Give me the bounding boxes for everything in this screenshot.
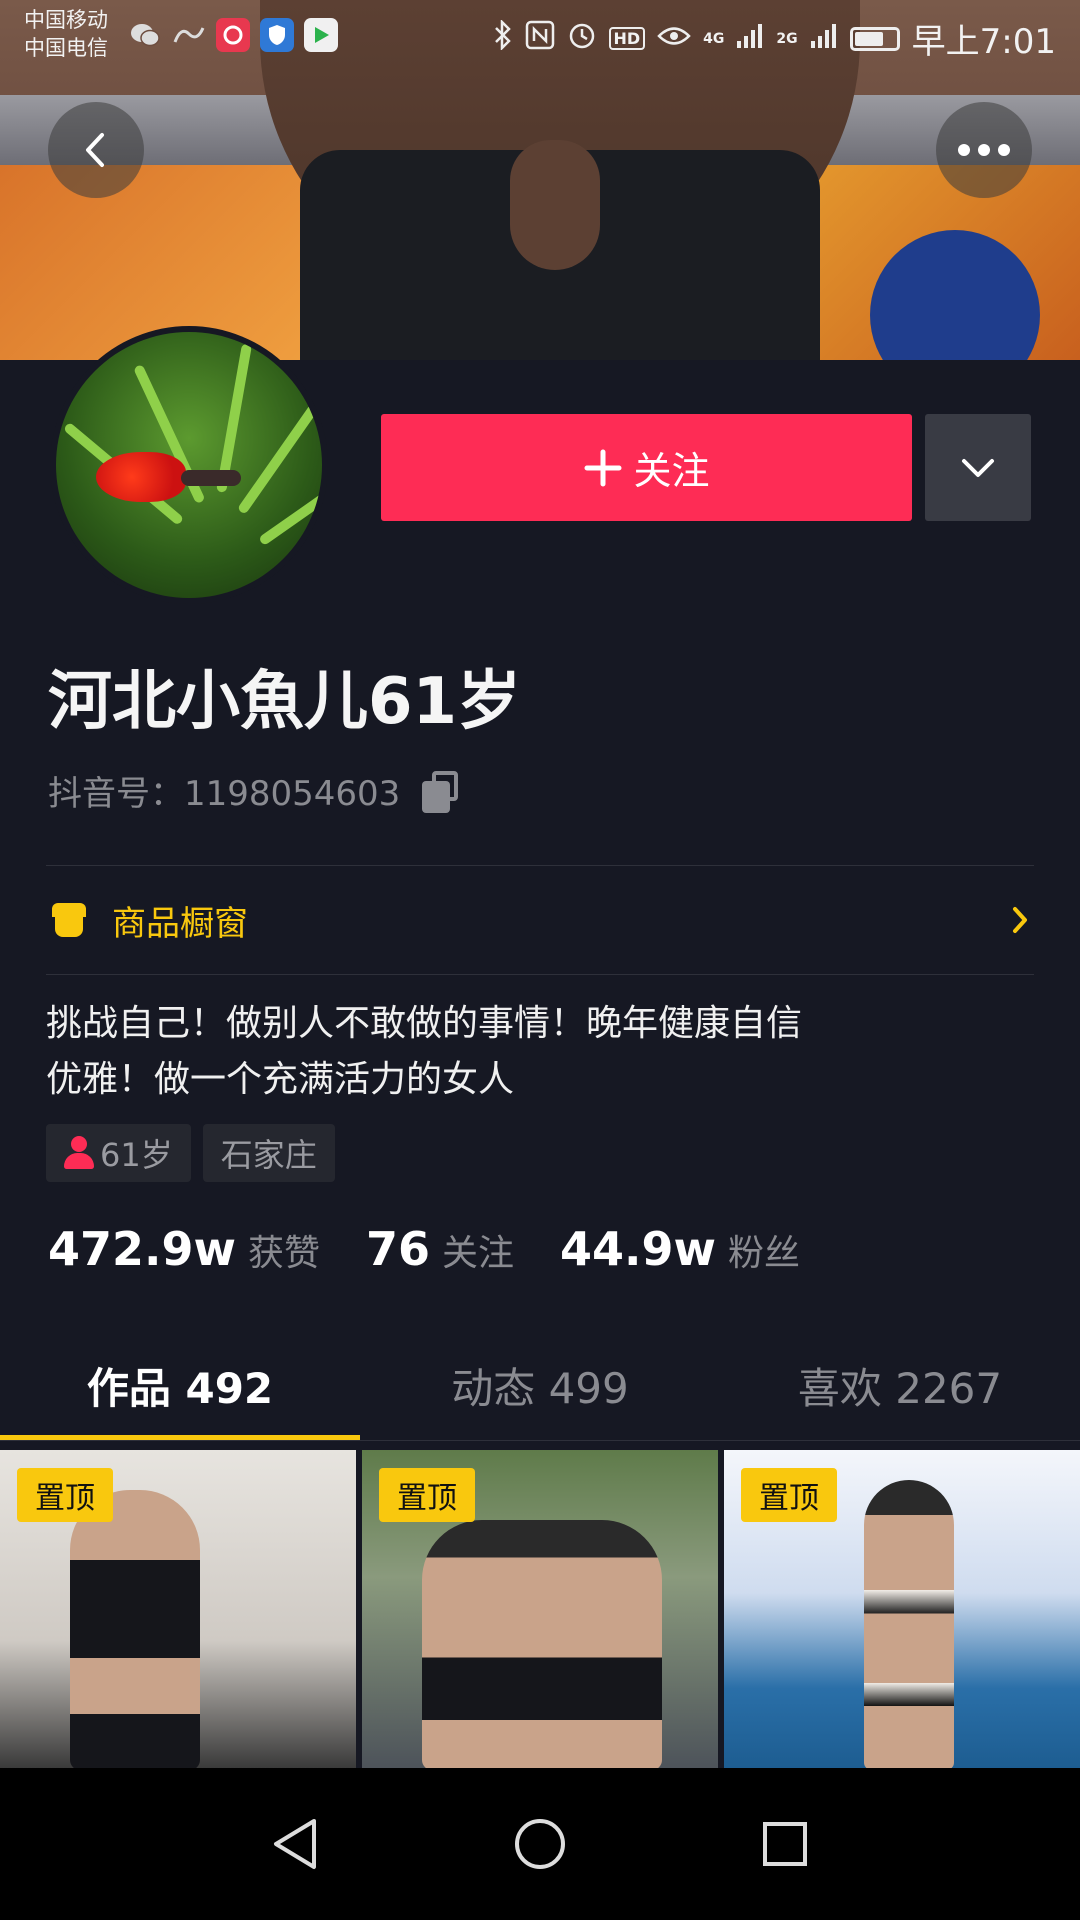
profile-stats: 472.9w 获赞 76 关注 44.9w 粉丝 (48, 1222, 800, 1276)
nav-back-button[interactable] (265, 1814, 325, 1874)
battery-icon (849, 26, 900, 51)
divider (46, 974, 1034, 975)
age-tag: 61岁 (46, 1124, 191, 1182)
shop-window-label: 商品橱窗 (112, 903, 248, 944)
chevron-right-icon (1013, 907, 1027, 933)
stat-label: 关注 (442, 1233, 515, 1274)
alarm-icon (567, 20, 597, 57)
stat-following[interactable]: 76 关注 (366, 1222, 514, 1276)
tab-works[interactable]: 作品 492 (0, 1330, 360, 1440)
tab-likes[interactable]: 喜欢 2267 (720, 1330, 1080, 1440)
network-label-2: 2G (776, 30, 798, 47)
follow-button-label: 关注 (633, 449, 710, 493)
xuexi-icon (172, 18, 206, 52)
location-tag-label: 石家庄 (220, 1136, 317, 1174)
profile-tabs: 作品 492 动态 499 喜欢 2267 (0, 1330, 1080, 1440)
douyin-id: 抖音号：1198054603 (48, 774, 401, 814)
age-tag-label: 61岁 (100, 1136, 173, 1174)
banner-cutout (510, 140, 600, 270)
nfc-icon (525, 20, 555, 57)
tab-divider (0, 1440, 1080, 1441)
stat-likes: 472.9w 获赞 (48, 1222, 320, 1276)
signal-icon-2 (810, 23, 838, 55)
stat-followers[interactable]: 44.9w 粉丝 (560, 1222, 800, 1276)
location-tag: 石家庄 (202, 1124, 335, 1182)
notification-icons (128, 18, 338, 52)
stat-number: 472.9w (48, 1222, 236, 1276)
follow-button[interactable]: 关注 (381, 414, 912, 521)
pinned-badge: 置顶 (17, 1468, 113, 1522)
carrier-info: 中国移动 中国电信 (24, 6, 108, 62)
video-thumbnail[interactable]: 置顶 (724, 1450, 1080, 1768)
chevron-down-icon (962, 458, 994, 477)
bio-line: 优雅！做一个充满活力的女人 (46, 1059, 515, 1100)
nav-recents-button[interactable] (755, 1814, 815, 1874)
chevron-left-icon (86, 133, 104, 167)
female-person-icon (64, 1136, 94, 1170)
status-bar: 中国移动 中国电信 HD 4G 2G 早上7:01 (0, 0, 1080, 76)
clock: 早上7:01 (911, 22, 1056, 62)
network-label-1: 4G (703, 30, 725, 47)
stat-label: 获赞 (248, 1233, 321, 1274)
recommend-dropdown-button[interactable] (925, 414, 1031, 521)
avatar-image (56, 332, 322, 598)
carrier-1: 中国移动 (24, 8, 108, 32)
bank-app-icon (216, 18, 250, 52)
video-thumbnail[interactable]: 置顶 (0, 1450, 356, 1768)
pinned-badge: 置顶 (379, 1468, 475, 1522)
shop-window-row[interactable]: 商品橱窗 (46, 866, 1034, 974)
square-recents-icon (763, 1822, 807, 1866)
profile-tags: 61岁 石家庄 (46, 1124, 335, 1182)
circle-home-icon (515, 1819, 565, 1869)
copy-icon[interactable] (422, 770, 462, 813)
wechat-icon (128, 18, 162, 52)
profile-bio: 挑战自己！做别人不敢做的事情！晚年健康自信 优雅！做一个充满活力的女人 (46, 996, 1006, 1108)
eye-icon (657, 24, 691, 54)
shield-app-icon (260, 18, 294, 52)
avatar[interactable] (50, 326, 328, 604)
hd-icon: HD (608, 27, 646, 50)
video-grid: 置顶 置顶 置顶 (0, 1450, 1080, 1768)
stat-label: 粉丝 (728, 1233, 801, 1274)
plus-icon (584, 449, 622, 486)
stat-number: 76 (366, 1222, 431, 1276)
more-options-button[interactable] (936, 102, 1032, 198)
system-nav-bar (0, 1768, 1080, 1920)
video-thumbnail[interactable]: 置顶 (362, 1450, 718, 1768)
shop-icon (52, 903, 86, 937)
triangle-back-icon (274, 1819, 316, 1869)
stat-number: 44.9w (560, 1222, 717, 1276)
nav-home-button[interactable] (510, 1814, 570, 1874)
carrier-2: 中国电信 (24, 36, 108, 60)
pinned-badge: 置顶 (741, 1468, 837, 1522)
profile-name: 河北小魚儿61岁 (48, 665, 522, 739)
system-status-icons: HD 4G 2G 早上7:01 (493, 14, 1056, 63)
banner-bg-right (790, 160, 1080, 360)
more-dots-icon (958, 144, 1010, 156)
douyin-id-row: 抖音号：1198054603 (48, 766, 462, 815)
signal-icon-1 (736, 23, 764, 55)
back-button[interactable] (48, 102, 144, 198)
bio-line: 挑战自己！做别人不敢做的事情！晚年健康自信 (46, 1003, 803, 1044)
tab-moments[interactable]: 动态 499 (360, 1330, 720, 1440)
bluetooth-icon (493, 18, 513, 57)
video-app-icon (304, 18, 338, 52)
